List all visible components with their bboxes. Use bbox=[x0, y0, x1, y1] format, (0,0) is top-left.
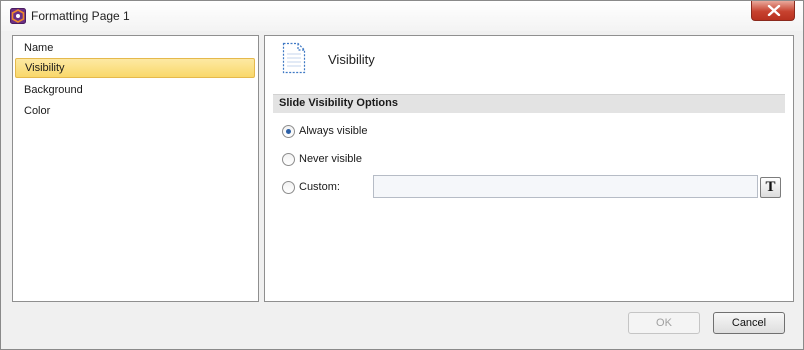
formatting-dialog: Formatting Page 1 Name Visibility Backgr… bbox=[0, 0, 804, 350]
custom-expression-input[interactable] bbox=[373, 175, 758, 198]
page-icon bbox=[282, 42, 306, 74]
custom-label: Custom: bbox=[299, 181, 340, 193]
never-visible-radio[interactable] bbox=[282, 153, 295, 166]
nav-item-color[interactable]: Color bbox=[15, 101, 255, 121]
close-icon bbox=[767, 5, 781, 16]
nav-item-background[interactable]: Background bbox=[15, 80, 255, 100]
section-title: Slide Visibility Options bbox=[279, 97, 398, 109]
always-visible-radio[interactable] bbox=[282, 125, 295, 138]
text-editor-button[interactable]: T bbox=[760, 177, 781, 198]
section-header: Slide Visibility Options bbox=[273, 94, 785, 113]
never-visible-label: Never visible bbox=[299, 153, 362, 165]
nav-item-visibility[interactable]: Visibility bbox=[15, 58, 255, 78]
panel-title: Visibility bbox=[328, 52, 375, 67]
close-button[interactable] bbox=[751, 1, 795, 21]
cancel-button[interactable]: Cancel bbox=[713, 312, 785, 334]
custom-radio[interactable] bbox=[282, 181, 295, 194]
title-bar: Formatting Page 1 bbox=[1, 1, 803, 31]
ok-button[interactable]: OK bbox=[628, 312, 700, 334]
app-icon bbox=[10, 8, 26, 24]
window-title: Formatting Page 1 bbox=[31, 9, 130, 23]
settings-panel: Visibility Slide Visibility Options Alwa… bbox=[264, 35, 794, 302]
always-visible-label: Always visible bbox=[299, 125, 368, 137]
nav-item-name[interactable]: Name bbox=[15, 38, 255, 58]
category-list: Name Visibility Background Color bbox=[12, 35, 259, 302]
